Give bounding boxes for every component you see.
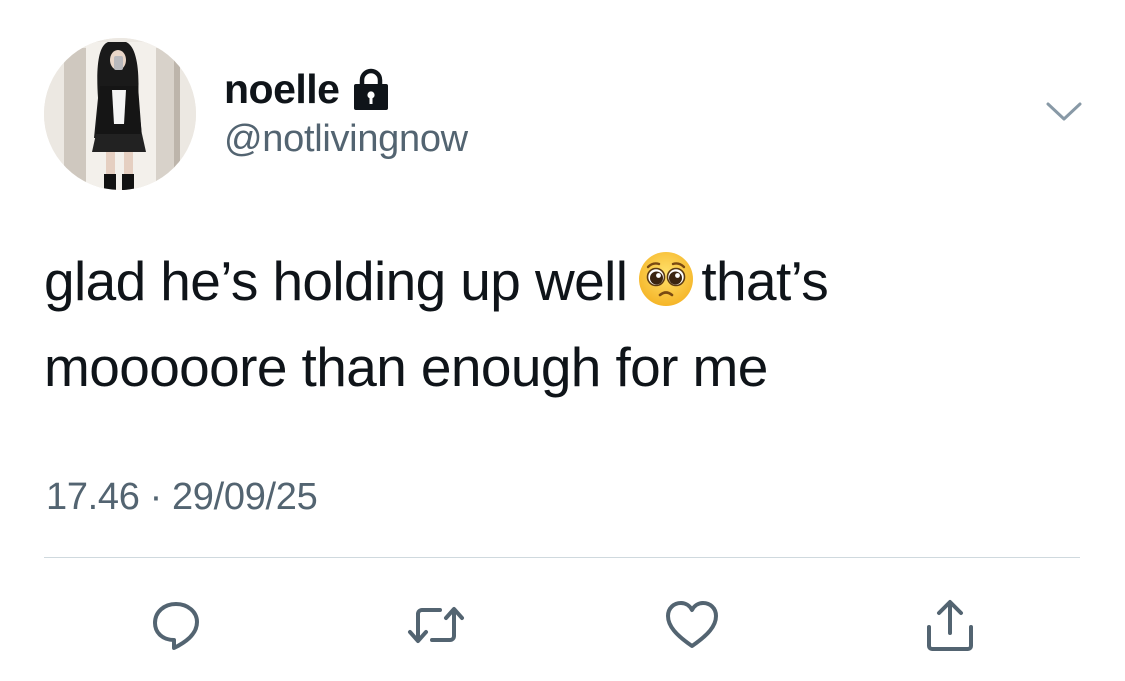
author-name-row[interactable]: noelle [224, 66, 393, 112]
reply-icon [153, 602, 199, 650]
heart-icon [666, 601, 718, 648]
tweet-timestamp[interactable]: 17.46 · 29/09/25 [46, 476, 318, 519]
avatar[interactable] [44, 38, 196, 190]
retweet-icon [408, 607, 464, 643]
share-button[interactable] [920, 595, 980, 655]
tweet-text: glad he’s holding up well that’s mooooor… [44, 238, 1084, 410]
divider [44, 557, 1080, 558]
share-icon [927, 600, 973, 651]
handle[interactable]: @notlivingnow [224, 118, 468, 161]
reply-button[interactable] [146, 595, 206, 655]
profile-photo [44, 38, 196, 190]
tweet-time: 17.46 [46, 476, 140, 518]
tweet-text-part-1: glad he’s holding up well [44, 250, 628, 312]
like-button[interactable] [662, 595, 722, 655]
timestamp-separator: · [149, 476, 163, 518]
tweet-date: 29/09/25 [171, 476, 318, 518]
lock-icon [349, 67, 393, 111]
pleading-face-emoji-icon [637, 246, 695, 306]
retweet-button[interactable] [406, 595, 466, 655]
display-name[interactable]: noelle [224, 66, 340, 113]
chevron-down-icon[interactable] [1044, 98, 1084, 126]
